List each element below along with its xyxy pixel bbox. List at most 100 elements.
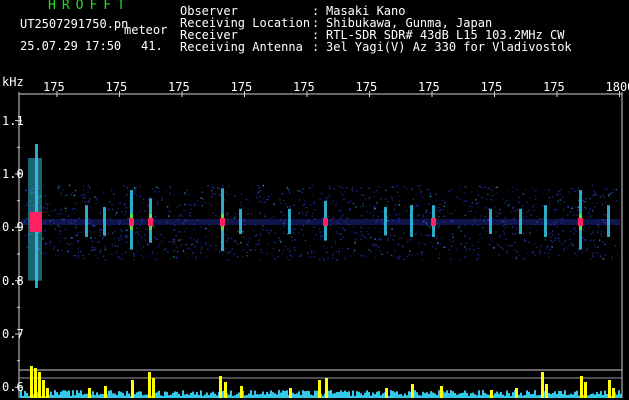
noise-speckle	[255, 234, 258, 236]
noise-speckle	[293, 231, 295, 234]
noise-speckle	[318, 228, 321, 230]
level-floor	[594, 394, 596, 398]
noise-speckle	[100, 229, 103, 231]
noise-speckle	[506, 189, 508, 191]
noise-speckle	[93, 225, 96, 227]
noise-speckle	[213, 187, 215, 190]
noise-speckle	[146, 205, 149, 208]
noise-speckle	[71, 255, 73, 257]
noise-speckle	[456, 196, 459, 199]
noise-speckle	[506, 252, 508, 254]
noise-speckle	[165, 190, 167, 193]
noise-speckle	[156, 203, 159, 205]
noise-speckle	[90, 237, 92, 239]
noise-speckle	[338, 185, 340, 188]
noise-speckle	[185, 227, 187, 230]
noise-speckle	[82, 184, 84, 187]
noise-speckle	[296, 189, 299, 192]
level-floor	[86, 393, 88, 398]
noise-speckle	[292, 228, 295, 231]
noise-speckle	[559, 188, 562, 191]
noise-speckle	[448, 249, 450, 251]
level-floor	[214, 393, 216, 398]
noise-speckle	[412, 207, 415, 209]
noise-speckle	[517, 200, 520, 203]
noise-speckle	[536, 246, 538, 248]
noise-speckle	[403, 232, 405, 234]
noise-speckle	[451, 212, 453, 215]
noise-speckle	[146, 204, 148, 206]
noise-speckle	[278, 249, 281, 252]
noise-speckle	[319, 231, 321, 233]
level-floor	[408, 391, 410, 398]
noise-speckle	[320, 192, 322, 194]
noise-speckle	[506, 250, 509, 252]
noise-speckle	[60, 185, 63, 187]
noise-speckle	[437, 243, 440, 246]
noise-speckle	[481, 237, 483, 240]
noise-speckle	[120, 235, 122, 237]
level-floor	[418, 395, 420, 398]
meteor-echo	[103, 207, 106, 236]
noise-speckle	[94, 196, 96, 198]
level-floor	[174, 391, 176, 398]
noise-speckle	[186, 189, 189, 192]
level-floor	[26, 393, 28, 398]
noise-speckle	[267, 195, 270, 198]
noise-speckle	[120, 238, 123, 240]
noise-speckle	[257, 185, 259, 187]
level-floor	[270, 390, 272, 398]
noise-speckle	[477, 253, 479, 256]
noise-speckle	[593, 190, 596, 192]
level-floor	[188, 394, 190, 398]
noise-speckle	[153, 212, 156, 214]
level-bar	[608, 380, 611, 398]
noise-speckle	[458, 259, 460, 261]
noise-speckle	[226, 229, 229, 231]
noise-speckle	[419, 192, 422, 194]
noise-speckle	[24, 234, 27, 237]
level-floor	[566, 395, 568, 398]
noise-speckle	[237, 243, 239, 245]
noise-speckle	[471, 244, 473, 247]
noise-speckle	[121, 230, 123, 232]
noise-speckle	[202, 198, 204, 200]
noise-speckle	[367, 228, 370, 230]
noise-speckle	[420, 190, 423, 193]
noise-speckle	[475, 202, 478, 205]
level-floor	[292, 392, 294, 398]
noise-speckle	[420, 234, 423, 236]
level-floor	[192, 391, 194, 398]
noise-speckle	[416, 231, 418, 233]
noise-speckle	[530, 214, 532, 216]
level-floor	[160, 395, 162, 398]
noise-speckle	[504, 217, 506, 219]
noise-speckle	[599, 239, 601, 241]
noise-speckle	[210, 186, 213, 188]
noise-speckle	[559, 193, 562, 195]
noise-speckle	[411, 254, 413, 256]
noise-speckle	[46, 207, 48, 209]
level-bar	[289, 388, 292, 398]
noise-speckle	[403, 258, 406, 261]
noise-speckle	[320, 238, 322, 240]
level-floor	[310, 394, 312, 398]
noise-speckle	[84, 196, 86, 199]
noise-speckle	[360, 254, 362, 257]
noise-speckle	[246, 244, 249, 247]
noise-speckle	[516, 189, 518, 191]
noise-speckle	[380, 198, 382, 200]
level-floor	[274, 393, 276, 398]
noise-speckle	[44, 195, 46, 197]
noise-speckle	[448, 213, 451, 215]
noise-speckle	[315, 233, 318, 236]
noise-speckle	[242, 207, 244, 209]
noise-speckle	[181, 239, 183, 241]
level-floor	[164, 391, 166, 398]
level-floor	[134, 394, 136, 398]
level-floor	[392, 390, 394, 398]
noise-speckle	[117, 208, 119, 210]
noise-speckle	[394, 204, 397, 206]
level-floor	[348, 391, 350, 398]
noise-speckle	[310, 250, 313, 252]
